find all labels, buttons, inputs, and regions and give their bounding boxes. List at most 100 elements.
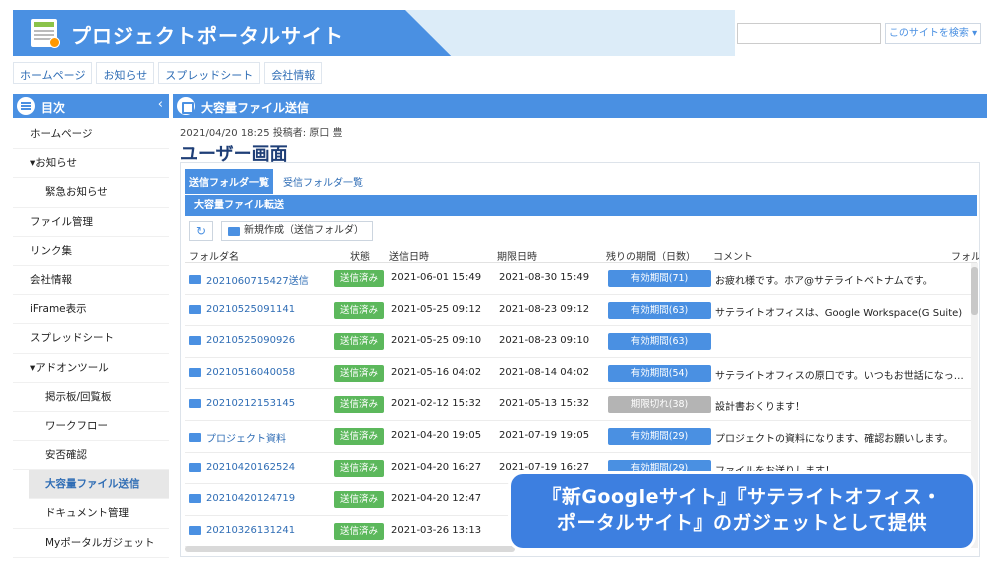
sidebar-item[interactable]: Myポータルガジェット: [13, 529, 169, 558]
sidebar-item[interactable]: iFrame表示: [13, 295, 169, 325]
folder-name[interactable]: 20210212153145: [206, 398, 295, 409]
folder-link[interactable]: 20210326131241: [189, 525, 295, 536]
menu-icon[interactable]: [17, 97, 35, 115]
period-badge: 有効期間(63): [608, 333, 711, 351]
period-badge: 有効期間(29): [608, 427, 711, 445]
sent-datetime: 2021-06-01 15:49: [391, 272, 482, 283]
folder-link[interactable]: 20210212153145: [189, 398, 295, 409]
sent-datetime: 2021-05-25 09:12: [391, 303, 482, 315]
topnav-company[interactable]: 会社情報: [264, 62, 323, 84]
sidebar-item[interactable]: 掲示板/回覧板: [13, 383, 169, 412]
folder-icon: [189, 399, 201, 409]
col-extra: フォル: [951, 252, 980, 263]
sent-datetime: 2021-04-20 16:27: [391, 461, 482, 473]
sidebar-item[interactable]: ドキュメント管理: [13, 499, 169, 529]
promo-callout: 『新Googleサイト』『サテライトオフィス・ ポータルサイト』のガジェットとし…: [511, 474, 973, 548]
section-header: 大容量ファイル転送: [185, 195, 977, 216]
sidebar-item[interactable]: ▾お知らせ: [13, 149, 169, 179]
topnav-news[interactable]: お知らせ: [96, 62, 155, 84]
site-search-button[interactable]: このサイトを検索 ▾: [885, 23, 981, 44]
folder-name[interactable]: 20210420162524: [206, 462, 295, 473]
chevron-left-icon[interactable]: ‹: [158, 97, 163, 112]
sidebar-menu: ホームページ ▾お知らせ 緊急お知らせ ファイル管理 リンク集 会社情報 iFrame表示ス…: [13, 120, 169, 558]
period-badge: 有効期間(71): [608, 270, 711, 287]
limit-datetime: 2021-08-23 09:10: [499, 335, 590, 347]
status-badge: 送信済み: [334, 333, 384, 351]
sidebar-title: 目次: [41, 101, 66, 115]
folder-icon: [189, 304, 201, 314]
limit-datetime: 2021-05-13 15:32: [499, 398, 590, 410]
sent-datetime: 2021-02-12 15:32: [391, 398, 482, 410]
folder-name[interactable]: 20210326131241: [206, 525, 295, 536]
limit-datetime: 2021-08-23 09:12: [499, 303, 590, 315]
comment-text: サテライトオフィスは、Google Workspace(G Suite) …: [715, 307, 965, 319]
folder-name[interactable]: 20210525091141: [206, 304, 295, 315]
sidebar-item[interactable]: ワークフロー: [13, 412, 169, 442]
comment-text: 設計書おくります！: [715, 402, 805, 414]
tab-received-folders[interactable]: 受信フォルダ一覧: [279, 169, 367, 194]
comment-text: プロジェクトの資料になります、確認お願いします。: [715, 433, 954, 445]
col-comment: コメント: [713, 252, 753, 263]
search-input[interactable]: [737, 23, 881, 44]
folder-link[interactable]: 20210516040058: [189, 367, 295, 378]
table-row[interactable]: 20210525091141 送信済み 2021-05-25 09:12 2021-0…: [185, 295, 971, 327]
status-badge: 送信済み: [334, 270, 384, 287]
limit-datetime: 2021-08-14 04:02: [499, 366, 590, 378]
folder-link[interactable]: 20210420124719: [189, 493, 295, 504]
site-title[interactable]: プロジェクトポータルサイト: [71, 20, 344, 49]
scroll-thumb[interactable]: [971, 267, 978, 315]
sidebar-item[interactable]: 緊急お知らせ: [13, 178, 169, 208]
callout-line-1: 『新Googleサイト』『サテライトオフィス・: [542, 486, 942, 508]
folder-name[interactable]: 20210607154​27送信: [206, 272, 309, 287]
sidebar-item[interactable]: ホームページ: [13, 120, 169, 150]
sidebar-item[interactable]: ▾アドオンツール: [13, 354, 169, 383]
folder-icon: [189, 275, 201, 284]
folder-link[interactable]: 20210420162524: [189, 462, 295, 473]
folder-link[interactable]: 20210607154​27送信: [189, 272, 309, 287]
main-header: 大容量ファイル送信: [173, 94, 987, 118]
folder-link[interactable]: プロジェクト資料: [189, 430, 286, 445]
folder-link[interactable]: 20210525090926: [189, 335, 295, 346]
sent-datetime: 2021-05-16 04:02: [391, 366, 482, 378]
topnav-home[interactable]: ホームページ: [13, 62, 93, 84]
period-badge: 有効期間(63): [608, 301, 711, 319]
site-banner: プロジェクトポータルサイト: [13, 10, 735, 56]
folder-icon: [189, 462, 201, 472]
col-folder: フォルダ名: [189, 252, 239, 263]
new-folder-button[interactable]: 新規作成（送信フォルダ）: [221, 221, 373, 241]
table-row[interactable]: 20210607154​27送信 送信済み 2021-06-01 15:49 2021…: [185, 263, 971, 295]
status-badge: 送信済み: [334, 459, 384, 477]
folder-add-icon: [228, 227, 240, 236]
folder-name[interactable]: プロジェクト資料: [206, 430, 286, 445]
post-meta: 2021/04/20 18:25 投稿者: 原口 豊: [180, 128, 343, 139]
table-row[interactable]: 20210516040058 送信済み 2021-05-16 04:02 2021-0…: [185, 358, 971, 390]
status-badge: 送信済み: [334, 491, 384, 509]
folder-name[interactable]: 20210525090926: [206, 335, 295, 346]
main-title: 大容量ファイル送信: [201, 101, 310, 115]
refresh-button[interactable]: ↻: [189, 221, 213, 241]
folder-tabs: 送信フォルダ一覧 受信フォルダ一覧: [185, 169, 373, 194]
table-row[interactable]: 20210212153145 送信済み 2021-02-12 15:32 2021-0…: [185, 389, 971, 421]
status-badge: 送信済み: [334, 522, 384, 540]
sidebar-item[interactable]: リンク集: [13, 237, 169, 266]
sidebar-item[interactable]: スプレッドシート: [13, 324, 169, 354]
col-status: 状態: [350, 252, 370, 263]
topnav-spreadsheet[interactable]: スプレッドシート: [158, 62, 261, 84]
tab-sent-folders[interactable]: 送信フォルダ一覧: [185, 169, 273, 194]
table-header: フォルダ名 状態 送信日時 期限日時 残りの期間（日数） コメント フォル: [185, 245, 980, 263]
folder-icon: [189, 525, 201, 535]
sidebar-item[interactable]: 会社情報: [13, 266, 169, 296]
folder-link[interactable]: 20210525091141: [189, 304, 295, 315]
table-row[interactable]: プロジェクト資料 送信済み 2021-04-20 19:05 2021-07-19 1…: [185, 421, 971, 453]
callout-line-2: ポータルサイト』のガジェットとして提供: [557, 512, 927, 534]
folder-name[interactable]: 20210516040058: [206, 367, 295, 378]
period-badge: 期限切れ(38): [608, 396, 711, 414]
status-badge: 送信済み: [334, 364, 384, 382]
sidebar-item[interactable]: ファイル管理: [13, 208, 169, 237]
table-row[interactable]: 20210525090926 送信済み 2021-05-25 09:10 2021-0…: [185, 326, 971, 358]
folder-icon: [189, 432, 201, 442]
horizontal-scrollbar[interactable]: [185, 546, 515, 552]
folder-name[interactable]: 20210420124719: [206, 493, 295, 504]
sidebar-item[interactable]: 安否確認: [13, 441, 169, 471]
sidebar-item[interactable]: 大容量ファイル送信: [29, 470, 169, 500]
